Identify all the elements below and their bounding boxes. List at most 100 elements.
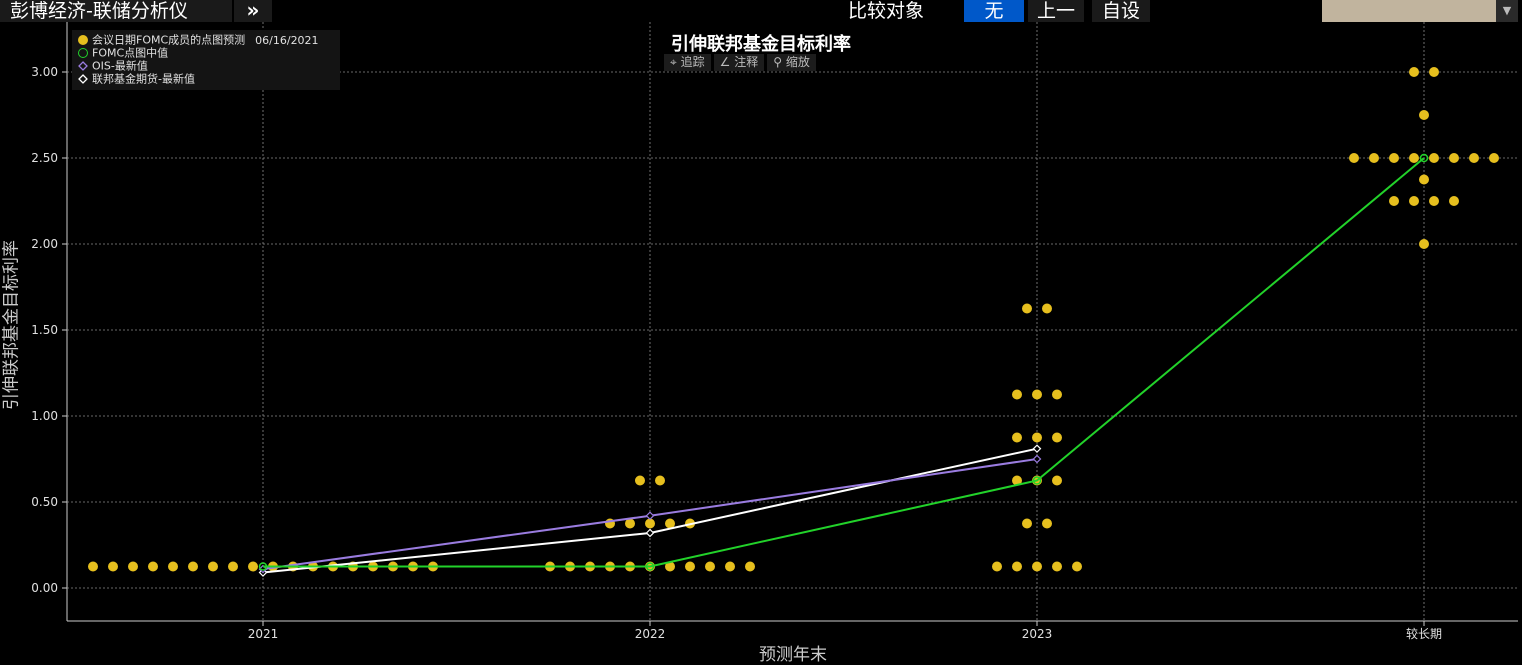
fomc-dot (705, 561, 715, 572)
fomc-dot (188, 561, 198, 572)
y-tick-label: 2.50 (31, 151, 58, 165)
y-tick-label: 1.50 (31, 323, 58, 337)
legend-ois-label: OIS-最新值 (92, 59, 148, 73)
x-tick-label: 较长期 (1406, 626, 1442, 641)
legend-item-ois[interactable]: OIS-最新值 (78, 59, 148, 73)
annotate-label: 注释 (734, 55, 759, 69)
fomc-dot (208, 561, 218, 572)
fomc-dot (1349, 153, 1359, 163)
x-tick-label: 2023 (1022, 627, 1053, 641)
fomc-dot (1409, 153, 1419, 163)
fomc-dot (168, 561, 178, 572)
fomc-dot (1429, 153, 1439, 163)
y-tick-label: 3.00 (31, 65, 58, 79)
chart-toolbar: ⌖ 追踪 ∠ 注释 ⚲ 缩放 (664, 54, 816, 71)
y-tick-label: 2.00 (31, 237, 58, 251)
more-button[interactable]: » (234, 0, 272, 22)
fomc-dot (655, 475, 665, 486)
fomc-dot (635, 475, 645, 486)
compare-label: 比较对象 (848, 0, 925, 22)
crosshair-icon: ⌖ (670, 55, 677, 69)
fomc-dot (1409, 67, 1419, 77)
fomc-dot (1052, 389, 1062, 400)
fomc-dot (1052, 561, 1062, 572)
y-tick-label: 0.00 (31, 581, 58, 595)
fomc-dot (228, 561, 238, 572)
fomc-dot (88, 561, 98, 572)
fomc-dot (1419, 174, 1429, 185)
white-diamond-icon (78, 74, 88, 84)
fomc-dot (1489, 153, 1499, 163)
fomc-dot (745, 561, 755, 572)
fomc-dot (1012, 432, 1022, 443)
x-tick-label: 2021 (248, 627, 279, 641)
yellow-dot-icon (78, 35, 88, 45)
magnifier-icon: ⚲ (773, 55, 783, 69)
fomc-dot (248, 561, 258, 572)
annotate-button[interactable]: ∠ 注释 (713, 54, 765, 71)
x-tick-label: 2022 (635, 627, 666, 641)
zoom-label: 缩放 (785, 55, 810, 69)
legend-median-label: FOMC点图中值 (92, 46, 169, 60)
fomc-dot (1389, 153, 1399, 163)
ois-diamond-marker (645, 511, 655, 521)
chart-legend: 会议日期FOMC成员的点图预测 06/16/2021 FOMC点图中值 OIS-最… (72, 30, 340, 90)
pencil-icon: ∠ (719, 55, 731, 69)
top-bar: 彭博经济-联储分析仪 » 比较对象 无 上一 自设 ▼ (0, 0, 1522, 22)
purple-diamond-icon (78, 61, 88, 71)
x-axis-label: 预测年末 (759, 645, 827, 665)
zoom-button[interactable]: ⚲ 缩放 (767, 54, 816, 71)
fomc-dot (1429, 67, 1439, 77)
track-button[interactable]: ⌖ 追踪 (664, 54, 711, 71)
legend-dots-date: 06/16/2021 (255, 33, 319, 47)
fomc-dot (1042, 518, 1052, 529)
compare-custom-button[interactable]: 自设 (1092, 0, 1150, 22)
fomc-dot (992, 561, 1002, 572)
legend-futures-label: 联邦基金期货-最新值 (92, 72, 195, 86)
fomc-dot (108, 561, 118, 572)
caret-down-icon[interactable]: ▼ (1496, 0, 1518, 22)
legend-item-median[interactable]: FOMC点图中值 (78, 46, 169, 60)
ois-diamond-marker (1032, 454, 1042, 464)
fomc-dot (1012, 561, 1022, 572)
fomc-dot (1052, 475, 1062, 486)
fomc-dot (128, 561, 138, 572)
fomc-dot (1022, 303, 1032, 314)
futures-diamond-marker (1032, 444, 1042, 454)
fomc-dot (1419, 239, 1429, 249)
fomc-dot (1052, 432, 1062, 443)
track-label: 追踪 (680, 55, 705, 69)
double-chevron-right-icon: » (246, 0, 260, 22)
fomc-dot (1419, 110, 1429, 120)
compare-previous-button[interactable]: 上一 (1028, 0, 1084, 22)
fomc-dot (1409, 196, 1419, 206)
fomc-dot (1022, 518, 1032, 529)
fomc-dot (1449, 196, 1459, 206)
fomc-dot (1449, 153, 1459, 163)
green-circle-icon (78, 48, 88, 58)
fomc-dot (685, 561, 695, 572)
fomc-dot (1429, 196, 1439, 206)
legend-item-futures[interactable]: 联邦基金期货-最新值 (78, 72, 195, 86)
compare-none-button[interactable]: 无 (964, 0, 1024, 22)
fomc-dot (1389, 196, 1399, 206)
fomc-dot (1042, 303, 1052, 314)
fomc-dot (1032, 389, 1042, 400)
fomc-dot (148, 561, 158, 572)
fomc-dot (1369, 153, 1379, 163)
y-tick-label: 1.00 (31, 409, 58, 423)
fomc-dot (725, 561, 735, 572)
fomc-dot (1032, 432, 1042, 443)
legend-item-dots[interactable]: 会议日期FOMC成员的点图预测 06/16/2021 (78, 33, 319, 47)
median-line (263, 157, 1425, 568)
legend-dots-label: 会议日期FOMC成员的点图预测 (92, 33, 246, 47)
y-tick-label: 0.50 (31, 495, 58, 509)
fomc-dot (1032, 561, 1042, 572)
y-axis-label: 引伸联邦基金目标利率 (1, 240, 22, 410)
selection-dropdown[interactable] (1322, 0, 1496, 22)
fomc-dot (1012, 389, 1022, 400)
fomc-dot (1469, 153, 1479, 163)
app-title: 彭博经济-联储分析仪 (0, 0, 232, 22)
fomc-dot (1072, 561, 1082, 572)
futures-diamond-marker (645, 528, 655, 538)
